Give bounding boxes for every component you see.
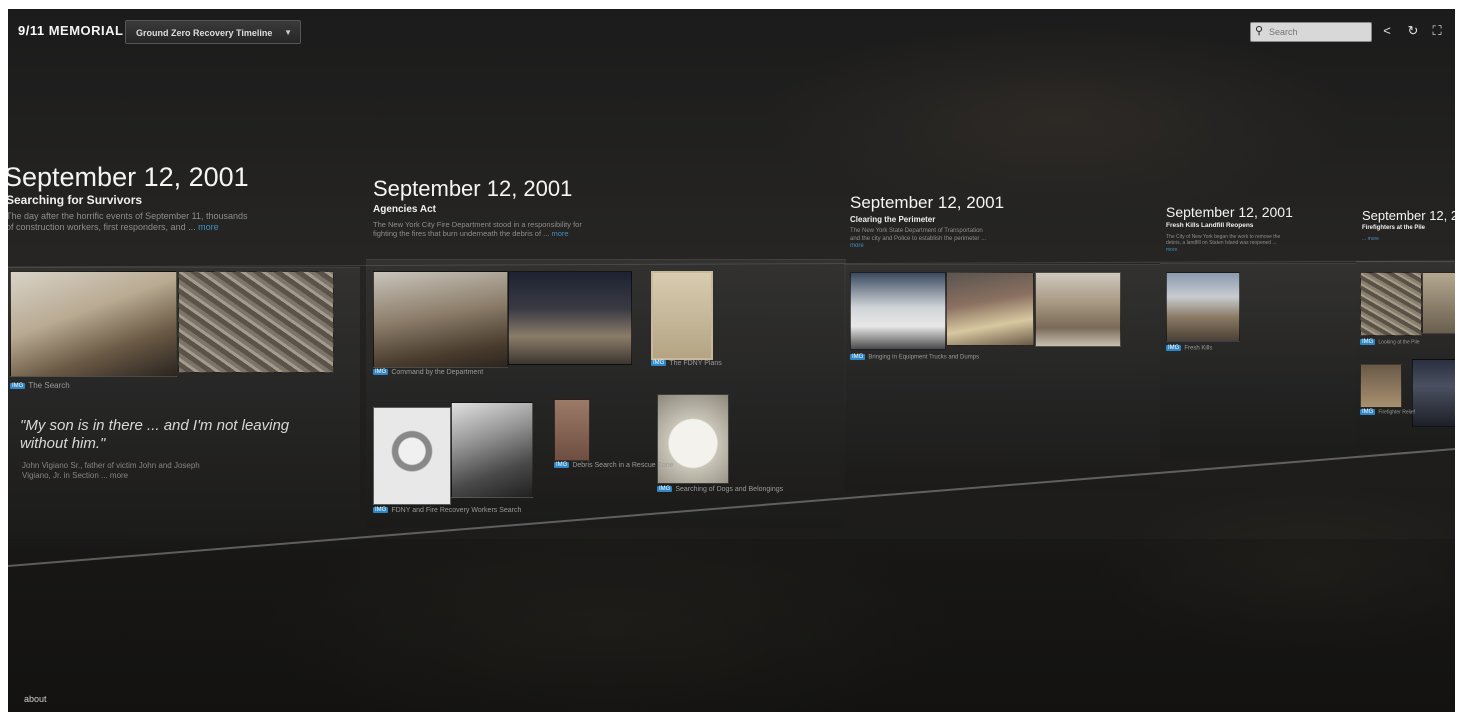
about-link[interactable]: about bbox=[24, 694, 47, 704]
timeline-floor-line bbox=[8, 260, 1455, 567]
timeline-stage: 9/11 MEMORIAL Ground Zero Recovery Timel… bbox=[8, 9, 1455, 712]
